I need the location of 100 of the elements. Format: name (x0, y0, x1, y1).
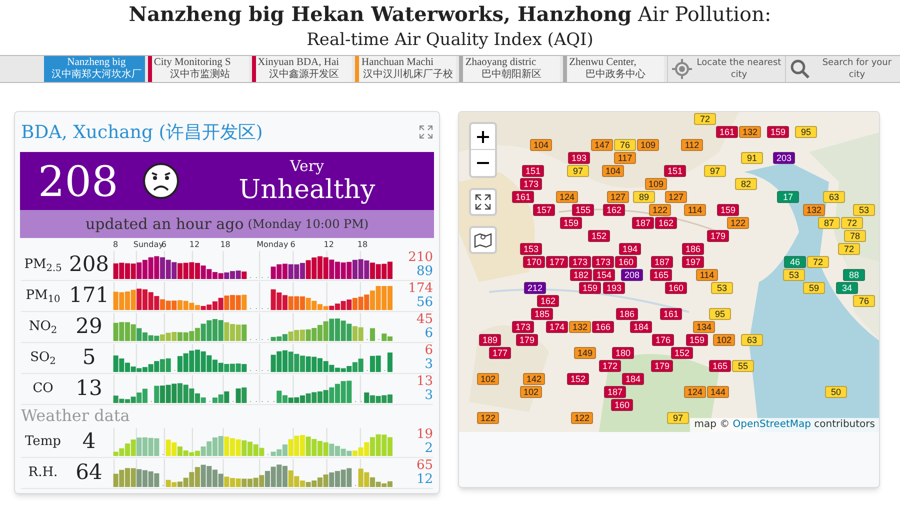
aqi-marker[interactable]: 124 (684, 386, 706, 398)
aqi-marker[interactable]: 63 (823, 191, 845, 203)
aqi-marker[interactable]: 173 (512, 321, 534, 333)
aqi-marker[interactable]: 142 (523, 373, 545, 385)
aqi-marker[interactable]: 166 (592, 321, 614, 333)
aqi-marker[interactable]: 95 (795, 126, 817, 138)
aqi-marker[interactable]: 124 (556, 191, 578, 203)
aqi-marker[interactable]: 162 (603, 204, 625, 216)
aqi-marker[interactable]: 177 (546, 256, 568, 268)
aqi-marker[interactable]: 132 (739, 126, 761, 138)
aqi-marker[interactable]: 112 (681, 139, 703, 151)
aqi-marker[interactable]: 104 (530, 139, 552, 151)
aqi-marker[interactable]: 159 (560, 217, 582, 229)
aqi-marker[interactable]: 122 (727, 217, 749, 229)
aqi-marker[interactable]: 76 (614, 139, 636, 151)
aqi-marker[interactable]: 55 (732, 360, 754, 372)
aqi-marker[interactable]: 72 (841, 217, 863, 229)
aqi-marker[interactable]: 185 (531, 308, 553, 320)
aqi-marker[interactable]: 97 (704, 165, 726, 177)
aqi-marker[interactable]: 179 (516, 334, 538, 346)
aqi-marker[interactable]: 184 (622, 373, 644, 385)
attribution-link[interactable]: OpenStreetMap (732, 419, 811, 430)
city-tab[interactable]: Zhaoyang distric 巴中朝阳新区 (459, 56, 560, 82)
aqi-marker[interactable]: 34 (836, 282, 858, 294)
aqi-marker[interactable]: 102 (713, 334, 735, 346)
aqi-marker[interactable]: 212 (524, 282, 546, 294)
aqi-marker[interactable]: 165 (709, 360, 731, 372)
aqi-marker[interactable]: 122 (571, 412, 593, 424)
city-tab[interactable]: Zhenwu Center, 巴中政务中心 (563, 56, 664, 82)
city-tab[interactable]: Nanzheng big 汉中南郑大河坎水厂 (44, 56, 145, 82)
city-tab[interactable]: City Monitoring S 汉中市监测站 (148, 56, 249, 82)
aqi-marker[interactable]: 187 (651, 256, 673, 268)
aqi-marker[interactable]: 46 (784, 256, 806, 268)
aqi-marker[interactable]: 97 (567, 165, 589, 177)
aqi-marker[interactable]: 147 (591, 139, 613, 151)
aqi-marker[interactable]: 89 (633, 191, 655, 203)
aqi-marker[interactable]: 165 (650, 269, 672, 281)
aqi-marker[interactable]: 187 (604, 386, 626, 398)
aqi-marker[interactable]: 109 (645, 178, 667, 190)
search-button[interactable]: Search for your city (814, 57, 900, 81)
aqi-marker[interactable]: 170 (523, 256, 545, 268)
aqi-marker[interactable]: 53 (783, 269, 805, 281)
aqi-marker[interactable]: 134 (693, 321, 715, 333)
aqi-marker[interactable]: 160 (665, 282, 687, 294)
aqi-marker[interactable]: 159 (767, 126, 789, 138)
aqi-marker[interactable]: 122 (649, 204, 671, 216)
aqi-marker[interactable]: 109 (637, 139, 659, 151)
aqi-marker[interactable]: 179 (651, 360, 673, 372)
aqi-marker[interactable]: 160 (611, 399, 633, 411)
aqi-marker[interactable]: 59 (803, 282, 825, 294)
aqi-marker[interactable]: 149 (574, 347, 596, 359)
aqi-marker[interactable]: 194 (619, 243, 641, 255)
aqi-marker[interactable]: 173 (592, 256, 614, 268)
aqi-marker[interactable]: 159 (717, 204, 739, 216)
aqi-marker[interactable]: 159 (686, 334, 708, 346)
aqi-marker[interactable]: 182 (570, 269, 592, 281)
aqi-marker[interactable]: 91 (741, 152, 763, 164)
aqi-marker[interactable]: 172 (599, 360, 621, 372)
aqi-marker[interactable]: 76 (853, 295, 875, 307)
aqi-marker[interactable]: 176 (652, 334, 674, 346)
aqi-marker[interactable]: 186 (616, 308, 638, 320)
aqi-marker[interactable]: 78 (844, 230, 866, 242)
aqi-marker[interactable]: 152 (588, 230, 610, 242)
aqi-marker[interactable]: 193 (568, 152, 590, 164)
aqi-marker[interactable]: 197 (682, 256, 704, 268)
aqi-marker[interactable]: 114 (696, 269, 718, 281)
aqi-marker[interactable]: 87 (818, 217, 840, 229)
aqi-marker[interactable]: 88 (843, 269, 865, 281)
aqi-marker[interactable]: 132 (569, 321, 591, 333)
aqi-marker[interactable]: 174 (546, 321, 568, 333)
locate-button[interactable]: Locate the nearest city (696, 57, 782, 81)
aqi-marker[interactable]: 17 (777, 191, 799, 203)
aqi-marker[interactable]: 122 (477, 412, 499, 424)
aqi-marker[interactable]: 184 (630, 321, 652, 333)
aqi-marker[interactable]: 162 (537, 295, 559, 307)
aqi-marker[interactable]: 72 (807, 256, 829, 268)
aqi-marker[interactable]: 104 (602, 165, 624, 177)
map-layer-button[interactable] (469, 226, 497, 254)
aqi-marker[interactable]: 161 (660, 308, 682, 320)
fullscreen-button[interactable] (469, 188, 497, 216)
locate-icon[interactable] (670, 58, 693, 80)
aqi-marker[interactable]: 152 (671, 347, 693, 359)
aqi-marker[interactable]: 179 (707, 230, 729, 242)
aqi-marker[interactable]: 173 (520, 178, 542, 190)
aqi-marker[interactable]: 144 (707, 386, 729, 398)
aqi-marker[interactable]: 180 (612, 347, 634, 359)
aqi-marker[interactable]: 114 (684, 204, 706, 216)
search-icon[interactable] (788, 58, 811, 80)
aqi-marker[interactable]: 102 (477, 373, 499, 385)
aqi-marker[interactable]: 151 (522, 165, 544, 177)
aqi-marker[interactable]: 186 (682, 243, 704, 255)
aqi-marker[interactable]: 177 (489, 347, 511, 359)
aqi-marker[interactable]: 117 (614, 152, 636, 164)
aqi-marker[interactable]: 162 (655, 217, 677, 229)
aqi-marker[interactable]: 53 (711, 282, 733, 294)
city-tab[interactable]: Hanchuan Machi 汉中汉川机床厂子校 (355, 56, 456, 82)
aqi-marker[interactable]: 193 (603, 282, 625, 294)
aqi-marker[interactable]: 97 (667, 412, 689, 424)
aqi-marker[interactable]: 102 (520, 386, 542, 398)
aqi-marker[interactable]: 50 (825, 386, 847, 398)
